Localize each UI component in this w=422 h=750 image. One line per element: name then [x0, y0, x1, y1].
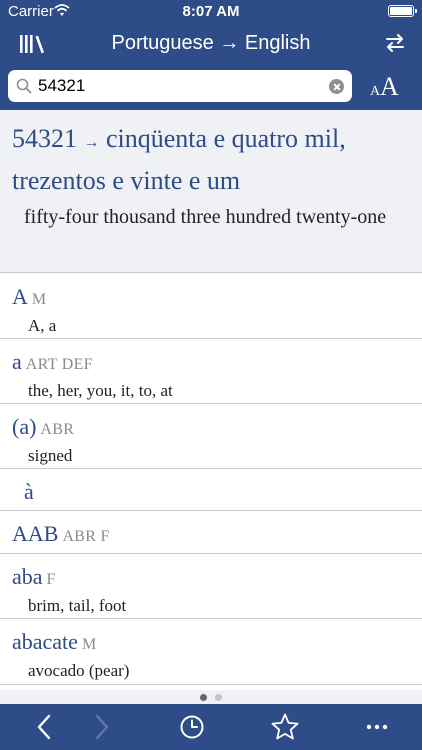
- result-row[interactable]: à: [0, 469, 422, 511]
- result-word: a: [12, 349, 22, 374]
- back-icon[interactable]: [30, 712, 60, 742]
- result-word: A: [12, 284, 28, 309]
- page-indicator[interactable]: [0, 690, 422, 704]
- header: Carrier 8:07 AM Portuguese → English 543…: [0, 0, 422, 110]
- result-word: aba: [12, 564, 43, 589]
- history-icon[interactable]: [177, 712, 207, 742]
- swap-icon[interactable]: [384, 32, 406, 54]
- battery-icon: [388, 5, 417, 17]
- result-row[interactable]: a ART DEF the, her, you, it, to, at: [0, 339, 422, 404]
- bottom-toolbar: [0, 704, 422, 750]
- result-word: AAB: [12, 521, 59, 546]
- main-entry-number: 54321: [12, 124, 77, 153]
- result-row[interactable]: abacate M avocado (pear): [0, 619, 422, 685]
- clear-search-icon[interactable]: [329, 79, 344, 94]
- nav-title: Portuguese → English: [111, 32, 311, 54]
- result-pos: M: [31, 291, 47, 308]
- search-field[interactable]: [8, 70, 352, 102]
- main-entry-translation: fifty-four thousand three hundred twenty…: [24, 206, 387, 228]
- result-pos: ABR F: [62, 528, 110, 545]
- result-translation: avocado (pear): [28, 661, 130, 680]
- result-pos: M: [81, 636, 97, 653]
- search-row: A A: [0, 68, 422, 106]
- main-entry[interactable]: 54321 → cinqüenta e quatro mil, trezento…: [0, 110, 422, 273]
- font-size-large-label: A: [380, 72, 399, 101]
- result-row[interactable]: AM A, a: [0, 274, 422, 339]
- result-pos: ABR: [40, 421, 75, 438]
- result-row[interactable]: aba F brim, tail, foot: [0, 554, 422, 619]
- page-dot[interactable]: [215, 694, 222, 701]
- page-dot-active: [200, 694, 207, 701]
- forward-icon[interactable]: [86, 712, 116, 742]
- result-translation: signed: [28, 446, 73, 465]
- status-bar: Carrier 8:07 AM: [0, 0, 422, 24]
- font-size-button[interactable]: A A: [368, 70, 404, 102]
- result-pos: ART DEF: [25, 356, 93, 373]
- arrow-icon: →: [83, 134, 100, 151]
- result-translation: brim, tail, foot: [28, 596, 127, 615]
- result-word: à: [24, 479, 34, 504]
- result-pos: F: [46, 571, 56, 588]
- favorites-icon[interactable]: [270, 712, 300, 742]
- result-word: (a): [12, 414, 37, 439]
- result-row[interactable]: (a) ABR signed: [0, 404, 422, 469]
- main-entry-headword: 54321 → cinqüenta e quatro mil, trezento…: [12, 120, 416, 200]
- more-icon[interactable]: [362, 712, 392, 742]
- result-translation: A, a: [28, 316, 57, 335]
- result-translation: the, her, you, it, to, at: [28, 381, 173, 400]
- font-size-small-label: A: [370, 84, 381, 99]
- status-time: 8:07 AM: [182, 3, 240, 20]
- search-input[interactable]: [38, 74, 328, 98]
- result-row[interactable]: AAB ABR F: [0, 511, 422, 554]
- nav-bar: Portuguese → English: [0, 24, 422, 64]
- result-word: abacate: [12, 629, 78, 654]
- search-icon: [16, 78, 32, 94]
